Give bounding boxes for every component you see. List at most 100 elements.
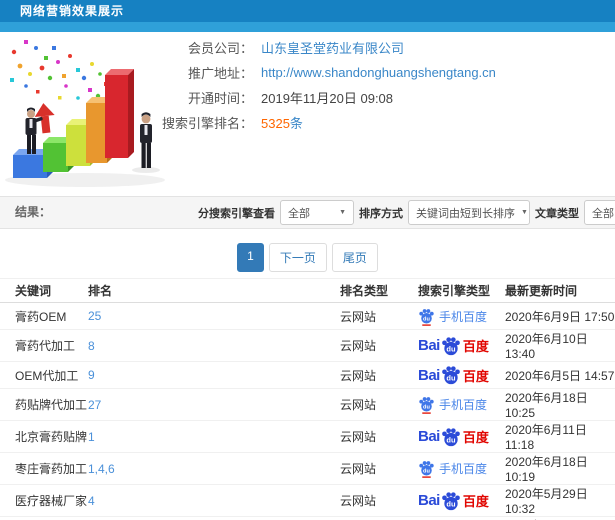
- baidu-logo-badge: Bai du 百度: [418, 336, 505, 356]
- keyword-cell: 枣庄膏药加工: [0, 452, 88, 485]
- mobile-baidu-badge: du 手机百度: [418, 459, 505, 478]
- engine-type-cell: du 手机百度: [410, 516, 505, 520]
- header-rank: 排名: [88, 278, 340, 303]
- baidu-paw-icon: du: [442, 336, 460, 355]
- update-time-cell: 2020年6月5日 14:57: [505, 361, 615, 389]
- rank-type-cell: 云网站: [340, 484, 410, 517]
- baidu-paw-icon: du: [442, 491, 460, 510]
- baidu-logo-cn-text: 百度: [462, 494, 489, 509]
- table-row: 膏药代加工 8 云网站 Bai du 百度 2020年6月10日 13:40: [0, 329, 615, 362]
- baidu-paw-icon: du: [442, 427, 460, 446]
- rank-link[interactable]: 4: [88, 484, 340, 517]
- baidu-logo-badge: Bai du 百度: [418, 365, 505, 385]
- engine-type-cell: du 手机百度: [410, 452, 505, 485]
- update-time-cell: 2020年6月18日 10:25: [505, 388, 615, 421]
- svg-text:du: du: [446, 499, 456, 508]
- header-rank-type: 排名类型: [340, 278, 410, 303]
- keyword-cell: 菏泽膏药厂家: [0, 516, 88, 520]
- engine-type-cell: Bai du 百度: [410, 361, 505, 389]
- baidu-logo-cn-text: 百度: [462, 430, 489, 445]
- engine-type-cell: du 手机百度: [410, 302, 505, 330]
- engine-type-cell: Bai du 百度: [410, 329, 505, 362]
- baidu-paw-icon: du: [419, 461, 434, 478]
- svg-text:du: du: [446, 344, 456, 353]
- chevron-down-icon: ▼: [521, 209, 528, 216]
- table-row: 药贴牌代加工 27 云网站 du 手机百度 2020年6月18日 10:25: [0, 388, 615, 421]
- mobile-baidu-label: 手机百度: [439, 309, 488, 324]
- page-button-current[interactable]: 1: [237, 243, 264, 272]
- results-table-container: 关键词 排名 排名类型 搜索引擎类型 最新更新时间 膏药OEM 25 云网站 d…: [0, 278, 615, 520]
- next-page-button[interactable]: 下一页: [268, 243, 327, 272]
- engine-type-cell: Bai du 百度: [410, 420, 505, 453]
- rank-link[interactable]: 1: [88, 420, 340, 453]
- engine-filter-label: 分搜索引擎查看: [198, 207, 275, 220]
- update-time-cell: 2020年5月29日 10:32: [505, 484, 615, 517]
- baidu-paw-icon: du: [419, 308, 434, 326]
- bar-red: [105, 69, 134, 158]
- baidu-logo-bai-text: Bai: [418, 337, 440, 354]
- results-table-body: 膏药OEM 25 云网站 du 手机百度 2020年6月9日 17:50 膏药代…: [0, 302, 615, 520]
- baidu-logo-badge: Bai du 百度: [418, 427, 505, 447]
- businessman-right: [140, 112, 152, 168]
- keyword-cell: 药贴牌代加工: [0, 388, 88, 421]
- update-time-cell: 2020年6月11日 11:40: [505, 516, 615, 520]
- header-keyword: 关键词: [0, 278, 88, 303]
- mobile-baidu-label: 手机百度: [439, 462, 488, 476]
- rank-link[interactable]: 9: [88, 361, 340, 389]
- info-row-url: 推广地址： http://www.shandonghuangshengtang.…: [153, 60, 613, 85]
- baidu-logo-badge: Bai du 百度: [418, 491, 505, 511]
- svg-text:du: du: [446, 435, 456, 444]
- keyword-cell: 膏药OEM: [0, 302, 88, 330]
- sort-filter-value: 关键词由短到长排序: [416, 207, 515, 220]
- info-row-ranking-count: 搜索引擎排名： 5325条: [153, 110, 613, 135]
- promo-url-link[interactable]: http://www.shandonghuangshengtang.cn: [261, 65, 496, 80]
- keyword-cell: 膏药代加工: [0, 329, 88, 362]
- update-time-cell: 2020年6月9日 17:50: [505, 302, 615, 330]
- rank-link[interactable]: 1,4,6: [88, 452, 340, 485]
- sort-filter-label: 排序方式: [359, 207, 403, 220]
- header-update-time: 最新更新时间: [505, 278, 615, 303]
- keyword-cell: 医疗器械厂家: [0, 484, 88, 517]
- baidu-paw-icon: du: [419, 397, 434, 414]
- filter-bar: 结果： 分搜索引擎查看 全部 ▼ 排序方式 关键词由短到长排序 ▼ 文章类型 全…: [0, 196, 615, 229]
- rank-type-cell: 云网站: [340, 361, 410, 389]
- keyword-cell: 北京膏药贴牌: [0, 420, 88, 453]
- rank-link[interactable]: 27: [88, 388, 340, 421]
- article-type-select[interactable]: 全部 ▼: [584, 200, 615, 225]
- update-time-cell: 2020年6月10日 13:40: [505, 329, 615, 362]
- rank-link[interactable]: 8: [88, 329, 340, 362]
- engine-filter-select[interactable]: 全部 ▼: [280, 200, 354, 225]
- header-engine-type: 搜索引擎类型: [410, 278, 505, 303]
- company-info-panel: 会员公司： 山东皇圣堂药业有限公司 推广地址： http://www.shand…: [153, 35, 613, 135]
- svg-text:du: du: [423, 468, 430, 474]
- result-label: 结果：: [15, 205, 52, 219]
- baidu-paw-icon: du: [442, 366, 460, 385]
- chevron-down-icon: ▼: [339, 209, 346, 216]
- table-header-row: 关键词 排名 排名类型 搜索引擎类型 最新更新时间: [0, 278, 615, 303]
- table-row: 医疗器械厂家 4 云网站 Bai du 百度 2020年5月29日 10:32: [0, 484, 615, 517]
- article-type-value: 全部: [592, 207, 614, 220]
- update-time-cell: 2020年6月18日 10:19: [505, 452, 615, 485]
- baidu-logo-cn-text: 百度: [462, 339, 489, 354]
- ranking-count-number: 5325: [261, 116, 290, 131]
- mobile-baidu-label: 手机百度: [439, 398, 488, 412]
- confetti-dots: [10, 40, 112, 106]
- ranking-count-label: 搜索引擎排名：: [161, 116, 253, 131]
- marketing-report-page: 网络营销效果展示 会员公司： 山东皇圣堂药业有限公司 推广地址： http://…: [0, 0, 615, 520]
- svg-text:du: du: [423, 404, 430, 410]
- ranking-count-unit: 条: [289, 116, 303, 131]
- rank-type-cell: 云网站: [340, 388, 410, 421]
- open-time-value: 2019年11月20日 09:08: [261, 91, 394, 106]
- results-table: 关键词 排名 排名类型 搜索引擎类型 最新更新时间 膏药OEM 25 云网站 d…: [0, 278, 615, 520]
- pagination: 1 下一页 尾页: [0, 243, 615, 272]
- page-title: 网络营销效果展示: [20, 4, 125, 18]
- rank-type-cell: 云网站: [340, 329, 410, 362]
- last-page-button[interactable]: 尾页: [331, 243, 378, 272]
- rank-link[interactable]: 17: [88, 516, 340, 520]
- engine-type-cell: du 手机百度: [410, 388, 505, 421]
- sort-filter-select[interactable]: 关键词由短到长排序 ▼: [408, 200, 530, 225]
- rank-link[interactable]: 25: [88, 302, 340, 330]
- rank-type-cell: 云网站: [340, 452, 410, 485]
- company-name-link[interactable]: 山东皇圣堂药业有限公司: [261, 38, 404, 57]
- baidu-logo-bai-text: Bai: [418, 366, 440, 384]
